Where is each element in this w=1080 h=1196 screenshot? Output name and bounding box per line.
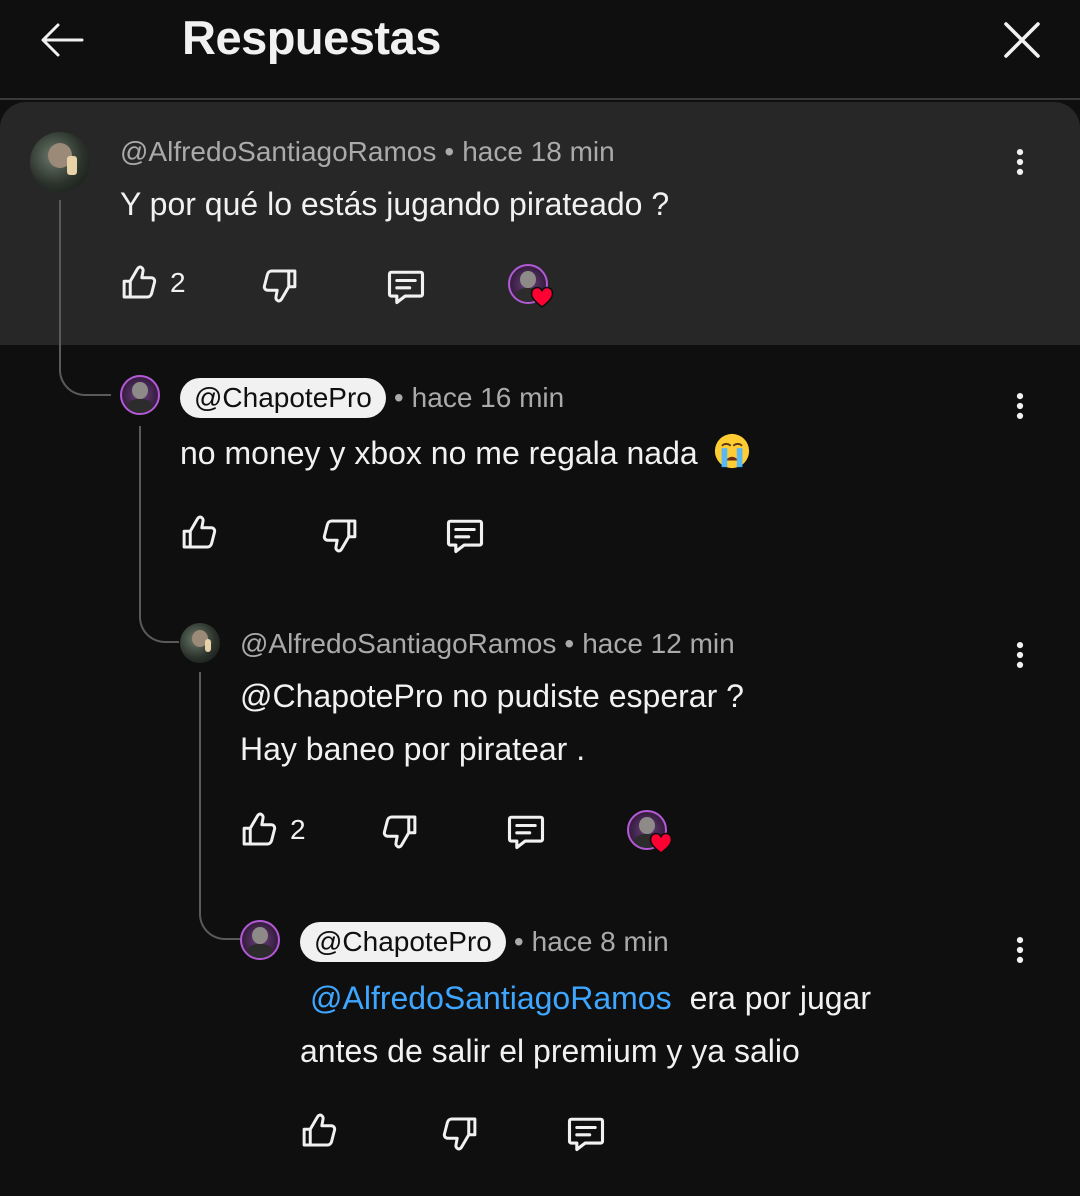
mention-link[interactable]: @AlfredoSantiagoRamos [310, 980, 672, 1016]
meta-separator: • [564, 628, 575, 659]
comment-time: hace 16 min [411, 382, 565, 413]
comment-text: Y por qué lo estás jugando pirateado ? [120, 186, 670, 222]
thread-line [199, 672, 241, 940]
comment-text: no money y xbox no me regala nada [180, 427, 751, 480]
reply-icon [443, 513, 487, 557]
reply-icon [384, 264, 428, 308]
avatar[interactable] [30, 132, 90, 192]
reply-button[interactable] [504, 809, 548, 853]
avatar[interactable] [240, 920, 280, 960]
dislike-button[interactable] [439, 1112, 481, 1154]
thumbs-up-icon [118, 262, 160, 304]
reply-button[interactable] [443, 513, 487, 557]
heart-icon [530, 286, 554, 308]
like-count: 2 [170, 267, 186, 298]
comment-meta: @AlfredoSantiagoRamos • hace 18 min [120, 136, 615, 168]
creator-heart[interactable] [627, 810, 677, 860]
thumbs-down-icon [319, 514, 361, 556]
dislike-button[interactable] [319, 514, 361, 556]
comment-menu-button[interactable] [1000, 930, 1040, 970]
more-vert-icon [1003, 933, 1037, 967]
comment-menu-button[interactable] [1000, 635, 1040, 675]
thread-line [59, 200, 111, 396]
comment-menu-button[interactable] [1000, 142, 1040, 182]
close-icon [1004, 22, 1040, 58]
back-button[interactable] [36, 14, 88, 66]
comment-meta: @AlfredoSantiagoRamos • hace 12 min [240, 628, 735, 660]
comment-time: hace 8 min [531, 926, 669, 957]
comment-time: hace 18 min [462, 136, 615, 167]
comment-text: @AlfredoSantiagoRamos era por jugar antes… [300, 980, 871, 1069]
comment-meta: @ChapotePro • hace 16 min [180, 378, 564, 418]
thumbs-up-icon [178, 512, 220, 554]
like-count: 2 [290, 814, 306, 845]
creator-heart[interactable] [508, 264, 558, 314]
thumbs-down-icon [379, 810, 421, 852]
like-button[interactable] [178, 512, 220, 554]
comment-author-pill[interactable]: @ChapotePro [300, 922, 506, 962]
reply-icon [504, 809, 548, 853]
like-button[interactable] [298, 1110, 340, 1152]
thread-line [139, 426, 179, 643]
more-vert-icon [1003, 389, 1037, 423]
header: Respuestas [0, 0, 1080, 100]
like-button[interactable]: 2 [238, 809, 306, 851]
comment-menu-button[interactable] [1000, 386, 1040, 426]
avatar[interactable] [120, 375, 160, 415]
back-arrow-icon [41, 23, 84, 57]
dislike-button[interactable] [259, 264, 301, 306]
more-vert-icon [1003, 145, 1037, 179]
more-vert-icon [1003, 638, 1037, 672]
comment-text: @ChapotePro no pudiste esperar ? Hay ban… [240, 678, 744, 767]
comment-time: hace 12 min [582, 628, 735, 659]
page-title: Respuestas [182, 11, 441, 64]
reply-icon [564, 1111, 608, 1155]
thumbs-up-icon [298, 1110, 340, 1152]
header-divider [0, 98, 1080, 100]
dislike-button[interactable] [379, 810, 421, 852]
reply-button[interactable] [384, 264, 428, 308]
thumbs-down-icon [259, 264, 301, 306]
comment-author[interactable]: @AlfredoSantiagoRamos [240, 628, 556, 660]
reply-button[interactable] [564, 1111, 608, 1155]
meta-separator: • [513, 926, 524, 957]
meta-separator: • [393, 382, 404, 413]
heart-icon [649, 832, 673, 854]
like-button[interactable]: 2 [118, 262, 186, 304]
crying-face-emoji [714, 433, 749, 469]
comment-author-pill[interactable]: @ChapotePro [180, 378, 386, 418]
thumbs-up-icon [238, 809, 280, 851]
meta-separator: • [444, 136, 455, 167]
comment-author[interactable]: @AlfredoSantiagoRamos [120, 136, 436, 168]
avatar[interactable] [180, 623, 220, 663]
thumbs-down-icon [439, 1112, 481, 1154]
close-button[interactable] [996, 14, 1048, 66]
comment-meta: @ChapotePro • hace 8 min [300, 922, 669, 962]
